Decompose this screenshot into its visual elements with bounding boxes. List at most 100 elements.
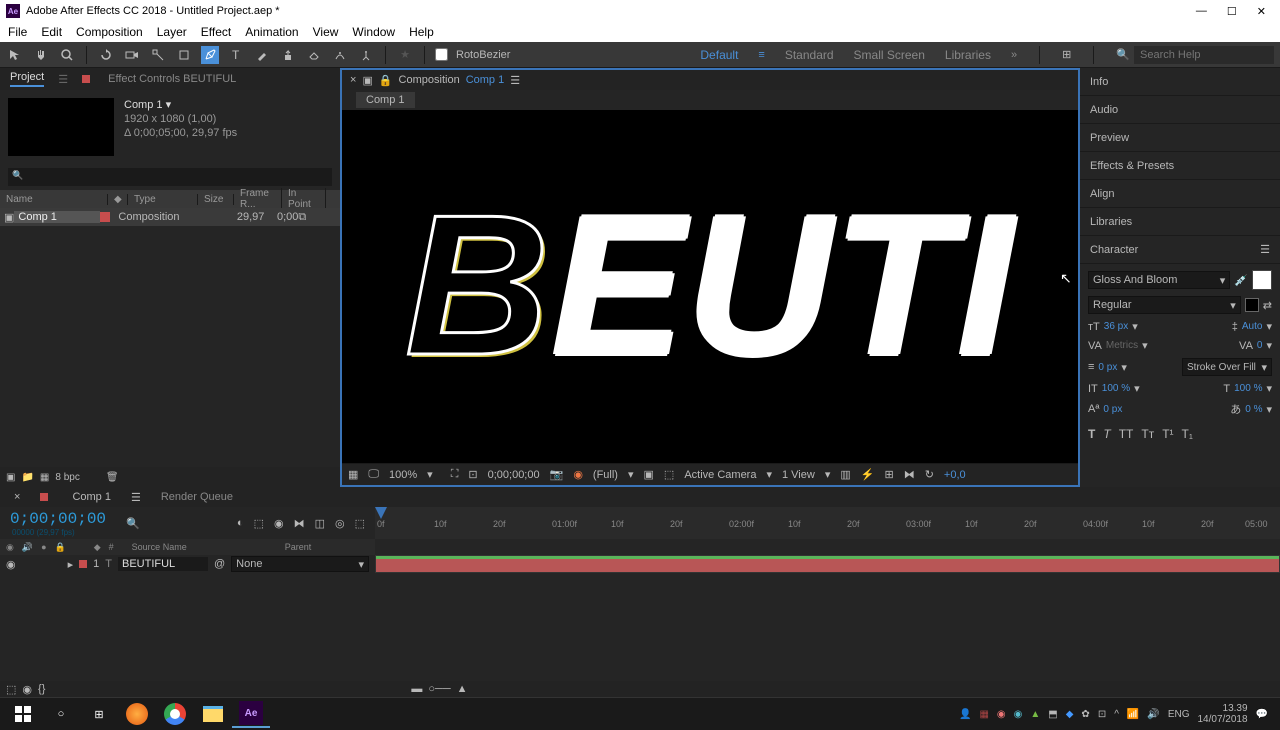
star-icon[interactable]: ★ <box>396 46 414 64</box>
comp-tab-name[interactable]: Comp 1 <box>466 74 505 86</box>
bold-icon[interactable]: T <box>1088 427 1095 441</box>
panel-libraries[interactable]: Libraries <box>1080 208 1280 236</box>
new-comp-icon[interactable]: ▦ <box>40 472 49 483</box>
motion-blur-icon[interactable]: ◉ <box>274 517 284 530</box>
zoom-slider[interactable]: ○── <box>428 683 450 695</box>
playhead[interactable] <box>375 507 387 519</box>
baseline-value[interactable]: 0 px <box>1103 404 1122 415</box>
tsume-value[interactable]: 0 % <box>1245 404 1262 415</box>
menu-file[interactable]: File <box>8 25 27 39</box>
hand-tool-icon[interactable] <box>32 46 50 64</box>
puppet-tool-icon[interactable] <box>357 46 375 64</box>
tray-icon[interactable]: ◉ <box>997 709 1006 720</box>
trash-icon[interactable]: 🗑 <box>106 472 119 483</box>
rotobezier-checkbox[interactable] <box>435 48 448 61</box>
workspace-standard[interactable]: Standard <box>785 48 834 62</box>
cam-dropdown-icon[interactable]: ▾ <box>766 468 772 481</box>
flowchart-icon[interactable]: ⧉ <box>298 211 306 224</box>
tl-footer-icon3[interactable]: {} <box>38 683 45 695</box>
col-inpoint[interactable]: In Point <box>282 188 326 210</box>
fast-preview-icon[interactable]: ⚡ <box>861 468 875 481</box>
view-count[interactable]: 1 View <box>782 469 815 481</box>
flowchart-icon2[interactable]: ⧓ <box>904 468 915 481</box>
zoom-tool-icon[interactable] <box>58 46 76 64</box>
font-style-select[interactable]: Regular▾ <box>1088 296 1241 314</box>
tray-icon[interactable]: ⊡ <box>1098 709 1106 720</box>
layer-track-bar[interactable] <box>375 555 1280 573</box>
hscale-value[interactable]: 100 % <box>1234 383 1262 394</box>
tl-menu-icon[interactable]: ☰ <box>131 491 141 504</box>
tab-project[interactable]: Project <box>10 71 44 87</box>
subscript-icon[interactable]: T₁ <box>1182 427 1193 441</box>
pen-tool-icon[interactable] <box>201 46 219 64</box>
tray-overflow-icon[interactable]: ^ <box>1114 709 1119 720</box>
toggle-switch-icon[interactable]: ⬚ <box>6 683 16 696</box>
after-effects-icon[interactable]: Ae <box>232 700 270 728</box>
project-search-input[interactable] <box>8 168 332 186</box>
comp-thumbnail[interactable] <box>8 98 114 156</box>
firefox-icon[interactable] <box>118 700 156 728</box>
resolution-select[interactable]: (Full) <box>593 469 618 481</box>
label-color-icon[interactable] <box>100 212 110 222</box>
pixel-aspect-icon[interactable]: ▥ <box>840 468 850 481</box>
start-button[interactable] <box>4 700 42 728</box>
pickwhip-icon[interactable]: @ <box>214 558 225 570</box>
tracking-value[interactable]: 0 <box>1257 340 1263 351</box>
panel-audio[interactable]: Audio <box>1080 96 1280 124</box>
dropdown-icon[interactable]: ▾ <box>1142 339 1148 352</box>
menu-effect[interactable]: Effect <box>201 25 231 39</box>
exposure-value[interactable]: +0,0 <box>944 469 966 481</box>
panel-menu-icon[interactable]: ☰ <box>510 74 520 87</box>
people-icon[interactable]: 👤 <box>959 709 971 720</box>
cortana-search-icon[interactable]: ○ <box>42 700 80 728</box>
swap-colors-icon[interactable]: ⇄ <box>1263 299 1272 312</box>
bpc-label[interactable]: 8 bpc <box>55 472 79 483</box>
smallcaps-icon[interactable]: Tᴛ <box>1141 427 1154 441</box>
anchor-tool-icon[interactable] <box>149 46 167 64</box>
brush-tool-icon[interactable] <box>253 46 271 64</box>
minimize-button[interactable]: — <box>1196 5 1207 18</box>
selection-tool-icon[interactable] <box>6 46 24 64</box>
tl-icon-2[interactable]: ⬚ <box>254 517 264 530</box>
network-icon[interactable]: 📶 <box>1127 709 1139 720</box>
italic-icon[interactable]: T <box>1103 427 1110 441</box>
stroke-width-value[interactable]: 0 px <box>1098 362 1117 373</box>
zoom-out-icon[interactable]: ▬ <box>411 683 422 695</box>
help-search-input[interactable] <box>1134 46 1274 64</box>
font-family-select[interactable]: Gloss And Bloom▾ <box>1088 271 1230 289</box>
tl-icon-6[interactable]: ◎ <box>335 517 345 530</box>
fill-color-swatch[interactable] <box>1252 270 1272 290</box>
stroke-mode-select[interactable]: Stroke Over Fill▾ <box>1182 358 1272 376</box>
tl-tab-render-queue[interactable]: Render Queue <box>161 491 233 503</box>
comp-name[interactable]: Comp 1 ▾ <box>124 98 237 112</box>
graph-icon[interactable]: ⧓ <box>294 517 305 530</box>
close-tl-tab-icon[interactable]: × <box>14 491 20 503</box>
col-type[interactable]: Type <box>128 194 198 205</box>
camera-select[interactable]: Active Camera <box>684 469 756 481</box>
allcaps-icon[interactable]: TT <box>1119 427 1134 441</box>
transparency-icon[interactable]: ▣ <box>644 468 654 481</box>
tl-tab-comp[interactable]: Comp 1 <box>72 491 111 503</box>
snapshot-icon[interactable]: 📷 <box>550 468 564 481</box>
new-folder-icon[interactable]: 📁 <box>21 472 33 483</box>
panel-preview[interactable]: Preview <box>1080 124 1280 152</box>
menu-help[interactable]: Help <box>409 25 434 39</box>
zoom-in-icon[interactable]: ▲ <box>457 683 468 695</box>
menu-edit[interactable]: Edit <box>41 25 62 39</box>
tab-effect-controls[interactable]: Effect Controls BEUTIFUL <box>108 73 236 85</box>
clock[interactable]: 13.39 14/07/2018 <box>1197 703 1247 725</box>
workspace-libraries[interactable]: Libraries <box>945 48 991 62</box>
shy-icon[interactable]: ◐ <box>237 517 244 530</box>
3d-icon[interactable]: ⬚ <box>664 468 674 481</box>
twirl-icon[interactable]: ▸ <box>68 558 74 571</box>
project-item-row[interactable]: ▣ Comp 1 Composition 29,97 0;00 ⧉ <box>0 208 340 226</box>
parent-select[interactable]: None▾ <box>231 556 369 572</box>
dropdown-icon[interactable]: ▾ <box>1134 382 1140 395</box>
panel-info[interactable]: Info <box>1080 68 1280 96</box>
text-tool-icon[interactable]: T <box>227 46 245 64</box>
tl-footer-icon2[interactable]: ◉ <box>22 683 32 696</box>
tl-icon-5[interactable]: ◫ <box>315 517 325 530</box>
explorer-icon[interactable] <box>194 700 232 728</box>
alpha-icon[interactable]: ▦ <box>348 468 358 481</box>
eyedropper-icon[interactable]: 💉 <box>1234 274 1248 287</box>
